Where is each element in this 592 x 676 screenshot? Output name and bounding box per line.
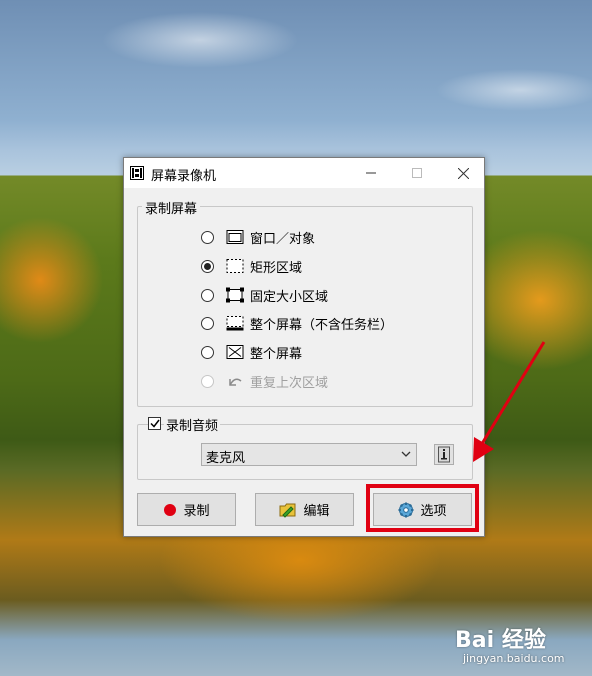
annotation-arrow xyxy=(473,341,546,462)
watermark-url: jingyan.baidu.com xyxy=(463,652,565,665)
watermark-logo: Bai 经验 xyxy=(455,628,546,653)
baidu-jingyan-watermark: Bai 经验 jingyan.baidu.com xyxy=(455,622,565,665)
